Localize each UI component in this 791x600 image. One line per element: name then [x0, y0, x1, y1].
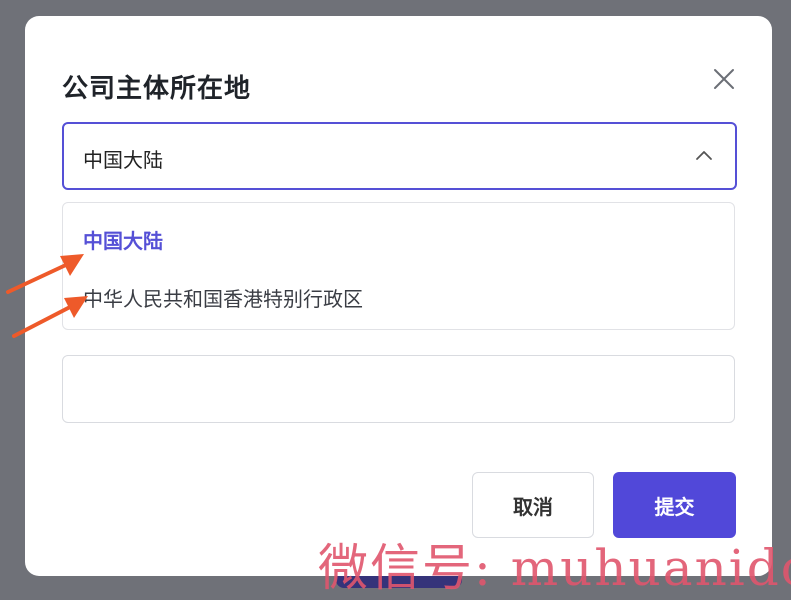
option-mainland-china[interactable]: 中国大陆: [83, 225, 163, 254]
watermark-text: 微信号: muhuanidc: [318, 539, 791, 597]
chevron-up-icon: [696, 151, 712, 160]
text-input-field[interactable]: [62, 355, 735, 423]
select-dropdown: 中国大陆 中华人民共和国香港特别行政区: [62, 202, 735, 330]
region-select[interactable]: 中国大陆: [62, 122, 737, 190]
annotation-arrow-icon: [12, 296, 88, 338]
select-value: 中国大陆: [83, 148, 163, 172]
close-icon[interactable]: [711, 66, 737, 92]
dialog-title: 公司主体所在地: [62, 74, 252, 104]
option-hong-kong[interactable]: 中华人民共和国香港特别行政区: [83, 283, 363, 312]
modal-dialog: 公司主体所在地 中国大陆 中国大陆 中华人民共和国香港特别行政区 取消 提交: [25, 16, 772, 576]
